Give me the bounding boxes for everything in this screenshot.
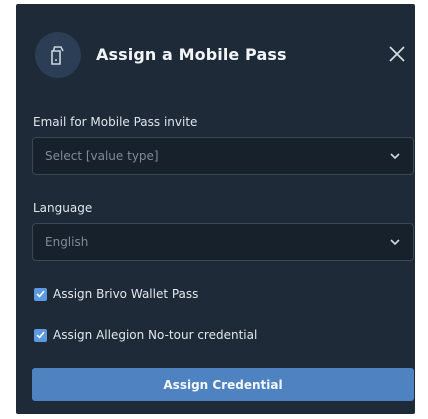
chevron-down-icon	[390, 153, 400, 160]
checkmark-icon	[36, 331, 45, 339]
dialog-header: Assign a Mobile Pass	[16, 4, 415, 104]
dialog-title: Assign a Mobile Pass	[96, 45, 287, 64]
allegion-no-tour-checkbox[interactable]	[34, 328, 47, 342]
language-select-value: English	[45, 235, 89, 249]
email-select-placeholder: Select [value type]	[45, 149, 159, 163]
email-field-label: Email for Mobile Pass invite	[33, 115, 198, 129]
allegion-no-tour-label: Assign Allegion No-tour credential	[53, 328, 258, 342]
checkmark-icon	[36, 290, 45, 298]
brivo-wallet-pass-option[interactable]: Assign Brivo Wallet Pass	[34, 286, 198, 302]
close-icon[interactable]	[387, 44, 407, 64]
assign-credential-button[interactable]: Assign Credential	[32, 368, 414, 401]
mobile-pass-icon	[35, 32, 81, 78]
brivo-wallet-pass-checkbox[interactable]	[34, 287, 47, 301]
language-select[interactable]: English	[32, 223, 414, 261]
chevron-down-icon	[390, 239, 400, 246]
email-select[interactable]: Select [value type]	[32, 137, 414, 175]
allegion-no-tour-option[interactable]: Assign Allegion No-tour credential	[34, 327, 257, 343]
language-field-label: Language	[33, 201, 93, 215]
assign-mobile-pass-dialog: Assign a Mobile Pass Email for Mobile Pa…	[16, 4, 415, 414]
brivo-wallet-pass-label: Assign Brivo Wallet Pass	[53, 287, 199, 301]
